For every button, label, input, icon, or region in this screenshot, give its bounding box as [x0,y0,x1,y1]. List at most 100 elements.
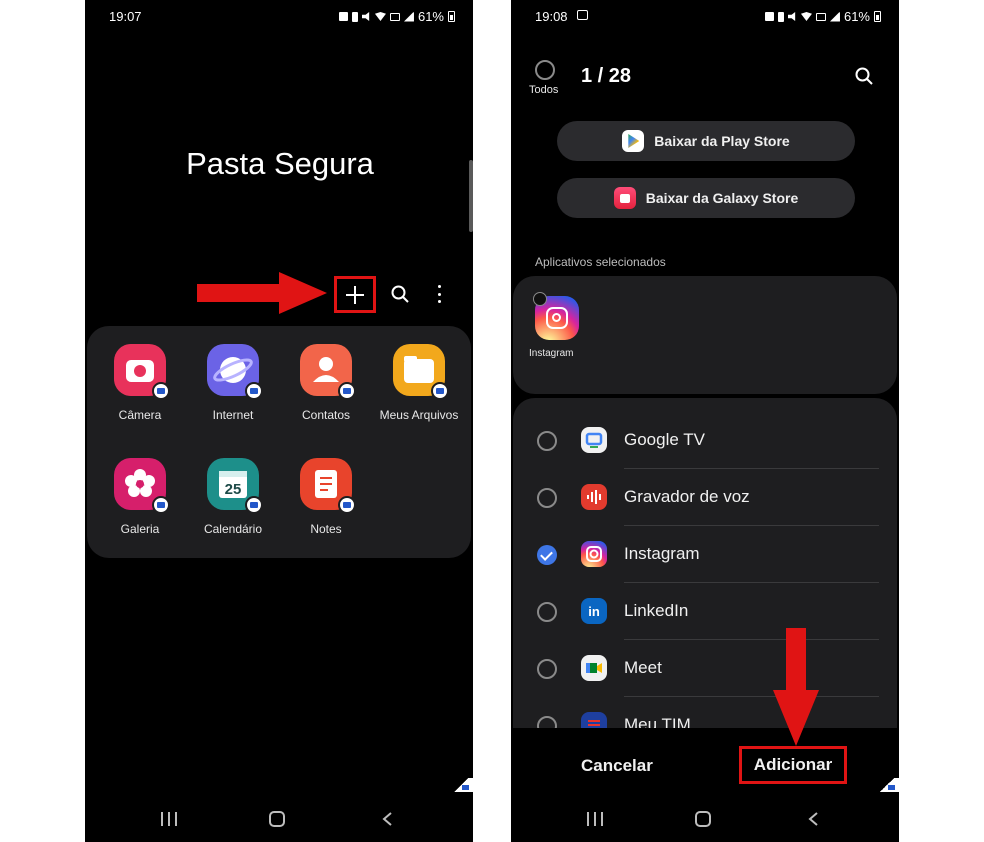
app-internet[interactable]: Internet [186,344,280,422]
secure-badge-icon [431,382,449,400]
wifi-icon [800,12,812,21]
notes-icon [300,458,356,514]
gallery-icon [114,458,170,514]
screenshot-icon [577,10,588,20]
secure-badge-icon [338,382,356,400]
row-checkbox[interactable] [537,659,557,679]
folder-icon [393,344,449,400]
app-label: Galeria [120,522,160,536]
row-checkbox[interactable] [537,488,557,508]
battery-icon [448,11,455,22]
row-label: LinkedIn [624,601,689,620]
app-label: Meus Arquivos [379,408,459,422]
google-tv-icon [581,427,607,453]
add-button[interactable]: Adicionar [754,755,832,775]
list-item[interactable]: Instagram [513,526,897,583]
status-icons: 61% [338,9,455,24]
add-apps-button[interactable] [334,276,376,313]
app-calendar[interactable]: 25 Calendário [186,458,280,536]
app-gallery[interactable]: Galeria [93,458,187,536]
home-icon[interactable] [695,811,711,827]
contacts-icon [300,344,356,400]
recents-icon[interactable] [161,812,177,826]
battery-icon [874,11,881,22]
secure-badge-icon [245,496,263,514]
volte-icon [815,12,826,21]
internet-icon [207,344,263,400]
recents-icon[interactable] [587,812,603,826]
mute-icon [361,12,370,21]
search-icon[interactable] [391,285,409,303]
app-label: Contatos [301,408,351,422]
signal-icon [829,11,840,22]
selected-apps-panel: Instagram [513,276,897,394]
secure-folder-badge-icon [875,778,899,792]
home-icon[interactable] [269,811,285,827]
remove-selected-icon[interactable] [533,292,547,306]
status-time: 19:07 [109,9,142,24]
row-checkbox-checked[interactable] [537,545,557,565]
scrollbar[interactable] [469,160,473,232]
row-checkbox[interactable] [537,431,557,451]
app-notes[interactable]: Notes [279,458,373,536]
secure-badge-icon [338,496,356,514]
app-contacts[interactable]: Contatos [279,344,373,422]
selection-count: 1 / 28 [581,65,632,87]
battery-percent: 61% [843,9,870,24]
instagram-icon [581,541,607,567]
linkedin-icon: in [581,598,607,624]
annotation-arrow-right-icon [197,272,327,314]
list-item[interactable]: Google TV [513,412,897,469]
app-list: Google TV Gravador de voz Instagram in L… [513,398,897,728]
battery-percent: 61% [417,9,444,24]
calendar-icon: 25 [207,458,263,514]
play-store-button[interactable]: Baixar da Play Store [557,121,855,161]
status-time: 19:08 [535,9,568,24]
list-item[interactable]: Gravador de voz [513,469,897,526]
app-label: Câmera [118,408,162,422]
calendar-day: 25 [225,481,242,498]
volte-icon [389,12,400,21]
row-label: Instagram [624,544,700,563]
play-store-label: Baixar da Play Store [654,133,790,149]
app-label: Internet [212,408,254,422]
signal-icon [403,11,414,22]
select-all-label: Todos [529,84,559,96]
row-checkbox[interactable] [537,602,557,622]
row-checkbox[interactable] [537,716,557,728]
row-label: Meu TIM [624,715,691,728]
back-icon[interactable] [381,812,395,826]
meet-icon [581,655,607,681]
app-my-files[interactable]: Meus Arquivos [372,344,466,422]
list-item[interactable]: in LinkedIn [513,583,897,640]
svg-text:in: in [588,604,600,619]
battery-saver-icon [351,11,358,22]
back-icon[interactable] [807,812,821,826]
list-item[interactable]: Meet [513,640,897,697]
status-bar: 19:07 61% [85,0,473,30]
secure-badge-icon [152,496,170,514]
select-all-checkbox[interactable] [535,60,555,80]
camera-icon [114,344,170,400]
voice-recorder-icon [581,484,607,510]
selected-app-label: Instagram [529,348,574,359]
search-icon[interactable] [855,67,873,85]
annotation-arrow-down-icon [773,628,819,746]
more-options-icon[interactable] [438,285,442,303]
plus-icon [346,285,364,304]
secure-folder-badge-icon [449,778,473,792]
list-item[interactable]: Meu TIM [513,697,897,728]
navigation-bar [511,800,899,840]
add-button-highlight[interactable]: Adicionar [739,746,847,784]
notification-icon [338,12,348,21]
meu-tim-icon [581,712,607,728]
app-label: Calendário [203,522,263,536]
secure-badge-icon [245,382,263,400]
page-title: Pasta Segura [186,146,374,181]
galaxy-store-button[interactable]: Baixar da Galaxy Store [557,178,855,218]
cancel-button[interactable]: Cancelar [581,756,653,776]
row-label: Google TV [624,430,705,449]
app-label: Notes [310,522,342,536]
app-camera[interactable]: Câmera [93,344,187,422]
status-icons: 61% [764,9,881,24]
